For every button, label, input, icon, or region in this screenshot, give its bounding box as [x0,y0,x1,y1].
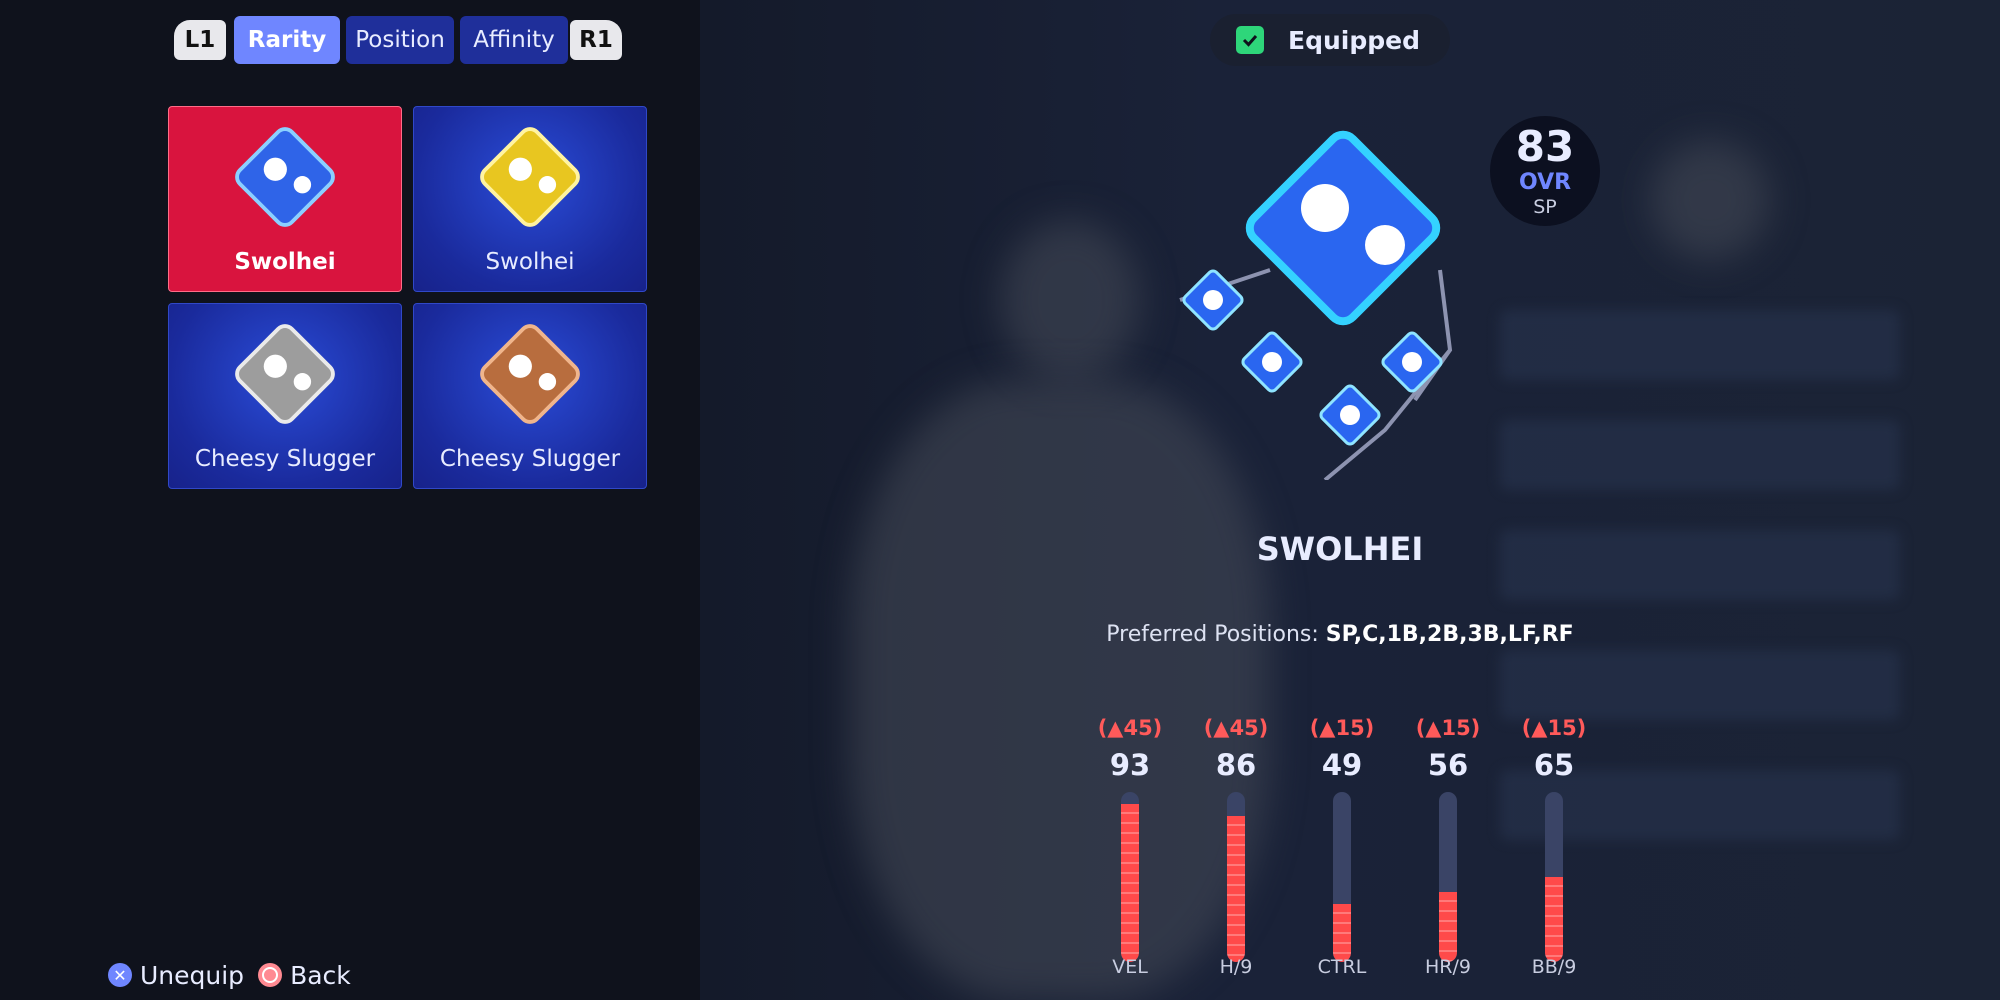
perk-card-cheesy-slugger-bronze[interactable]: Cheesy Slugger [413,303,647,489]
stat-bar [1333,792,1351,962]
stat-hr9: (▲15) 56 HR/9 [1398,712,1498,982]
stat-h9: (▲45) 86 H/9 [1186,712,1286,982]
l1-bumper-button[interactable]: L1 [174,20,226,60]
ovr-label: OVR [1518,170,1572,195]
stat-value: 93 [1109,748,1151,782]
blurred-list-row [1500,310,1900,380]
blurred-logo [1650,140,1770,260]
perk-card-label: Cheesy Slugger [439,446,621,472]
perk-card-label: Cheesy Slugger [194,446,376,472]
perk-card-label: Swolhei [485,249,575,275]
stat-bar-fill [1121,803,1139,962]
stat-delta: (▲45) [1203,716,1269,740]
perk-title: SWOLHEI [1256,530,1424,568]
stat-bar [1121,792,1139,962]
preferred-positions-label: Preferred Positions: [1106,622,1319,647]
tab-affinity[interactable]: Affinity [460,16,568,64]
blurred-list-row [1500,650,1900,720]
blurred-player-head [1000,220,1140,380]
stat-bar-fill [1439,892,1457,962]
stat-value: 49 [1321,748,1363,782]
perk-card-label: Swolhei [234,249,336,275]
equipped-label: Equipped [1288,25,1420,55]
r1-bumper-button[interactable]: R1 [570,20,622,60]
stat-label: H/9 [1219,956,1253,978]
stat-delta: (▲45) [1097,716,1163,740]
cheesy-slugger-perk-icon [235,324,335,424]
unequip-prompt[interactable]: Unequip [140,961,244,990]
stat-bar [1545,792,1563,962]
blurred-list-row [1500,420,1900,490]
selected-perk-emblem [1179,130,1453,480]
stat-value: 56 [1427,748,1469,782]
stat-vel: (▲45) 93 VEL [1080,712,1180,982]
equipped-toggle[interactable]: Equipped [1210,14,1450,66]
swolhei-perk-icon [480,127,580,227]
tab-position[interactable]: Position [346,16,454,64]
stat-label: HR/9 [1425,956,1471,978]
tab-rarity[interactable]: Rarity [234,16,340,64]
stat-value: 65 [1533,748,1575,782]
back-prompt[interactable]: Back [290,961,351,990]
preferred-positions-values: SP,C,1B,2B,3B,LF,RF [1325,622,1574,647]
stat-bar-fill [1333,904,1351,962]
button-prompts: ✕ Unequip Back [108,960,351,990]
stat-value: 86 [1215,748,1257,782]
stat-bar [1227,792,1245,962]
stat-label: VEL [1112,956,1148,978]
stat-bar-fill [1545,877,1563,962]
ovr-badge: 83 OVR SP [1490,116,1600,226]
stat-label: BB/9 [1531,956,1577,978]
stat-bb9: (▲15) 65 BB/9 [1504,712,1604,982]
perk-card-swolhei-blue[interactable]: Swolhei [168,106,402,292]
circle-button-icon [258,963,283,987]
checkbox-checked-icon [1236,26,1264,54]
perk-card-cheesy-slugger-silver[interactable]: Cheesy Slugger [168,303,402,489]
blurred-list-row [1500,530,1900,600]
stat-ctrl: (▲15) 49 CTRL [1292,712,1392,982]
app-root: L1 Rarity Position Affinity R1 Swolhei S… [0,0,2000,1000]
ovr-value: 83 [1515,122,1575,171]
preferred-positions: Preferred Positions: SP,C,1B,2B,3B,LF,RF [1000,622,1680,647]
ovr-position: SP [1533,196,1557,218]
stat-delta: (▲15) [1309,716,1375,740]
stat-delta: (▲15) [1521,716,1587,740]
cross-button-icon: ✕ [108,963,132,987]
stat-delta: (▲15) [1415,716,1481,740]
perk-card-swolhei-gold[interactable]: Swolhei [413,106,647,292]
stat-bar-fill [1227,815,1245,962]
swolhei-perk-icon [235,127,335,227]
stat-bar [1439,792,1457,962]
stat-label: CTRL [1317,956,1367,978]
cheesy-slugger-perk-icon [480,324,580,424]
